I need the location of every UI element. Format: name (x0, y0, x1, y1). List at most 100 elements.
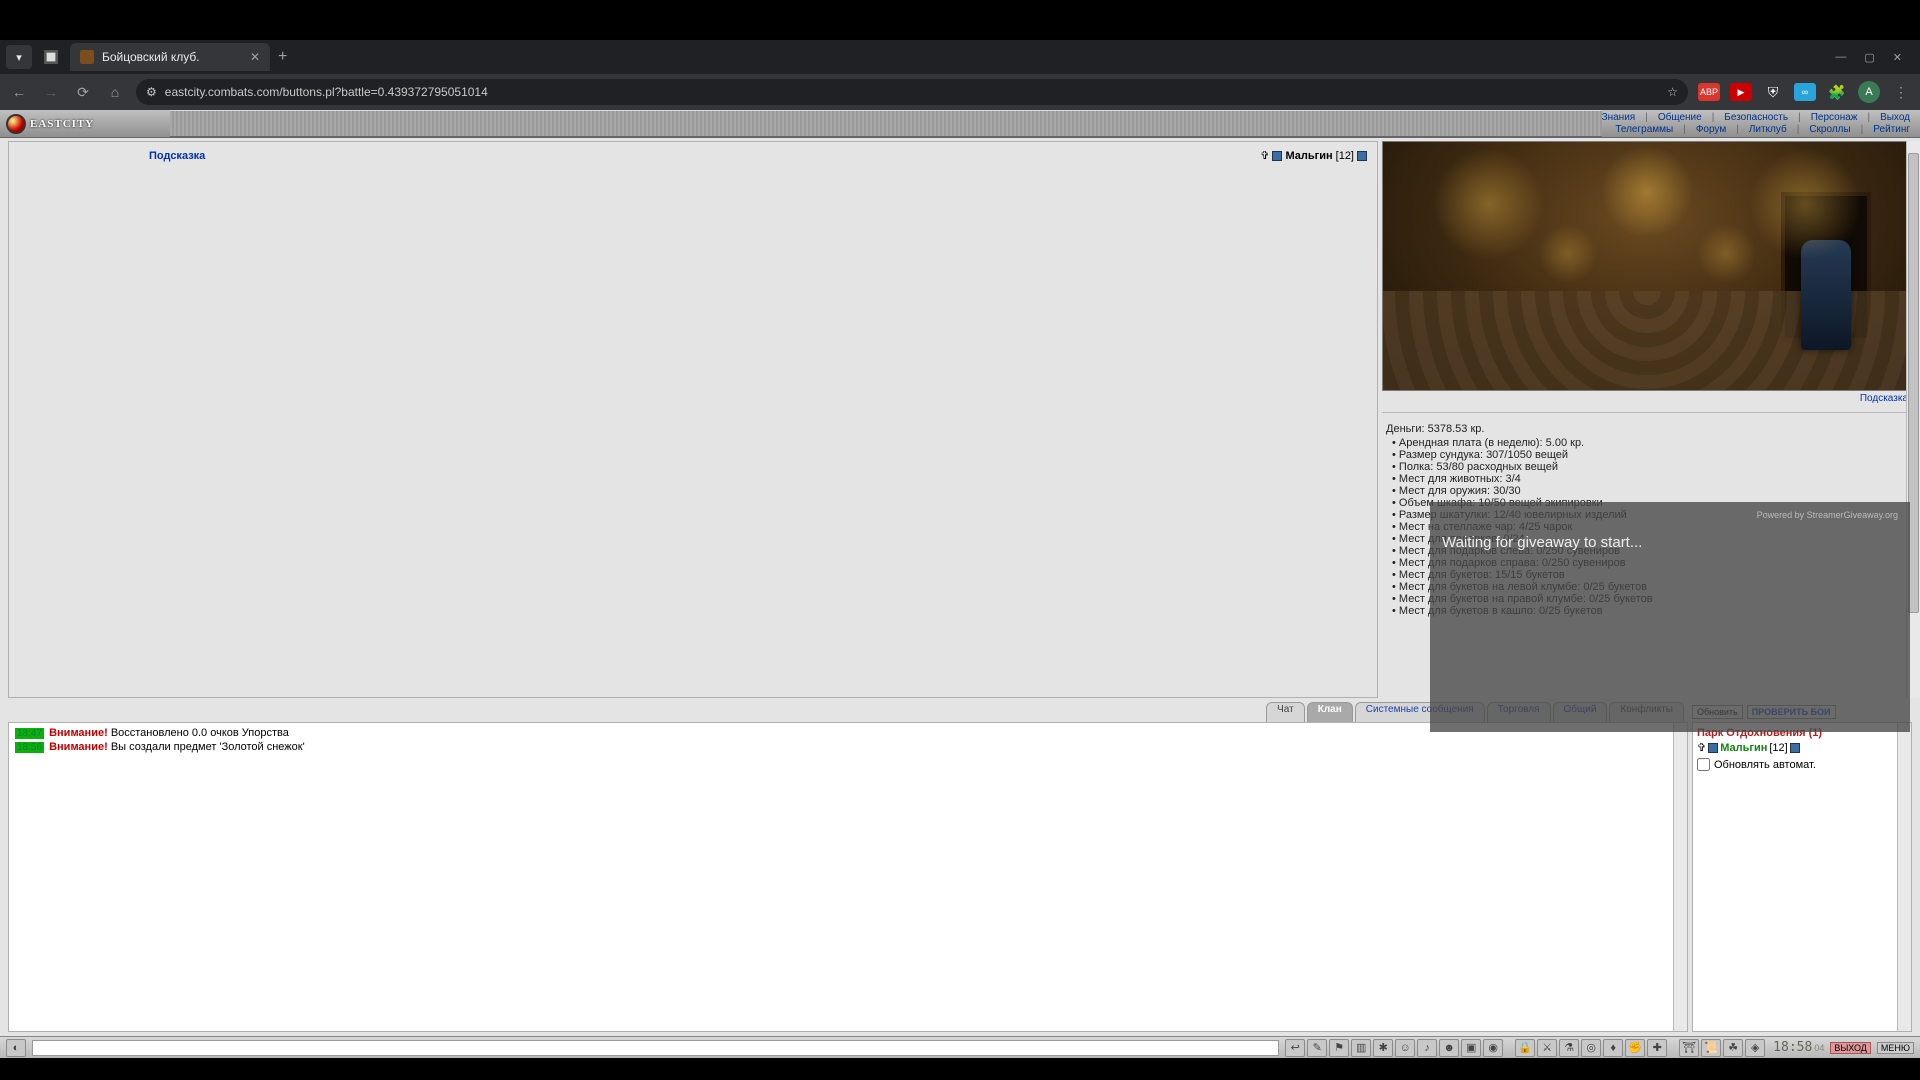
exit-chip[interactable]: ВЫХОД (1830, 1042, 1871, 1054)
location-panel: Парк Отдохновения (1) ✞ Мальгин [12] Обн… (1692, 722, 1912, 1032)
ext-abp-icon[interactable]: ABP (1698, 83, 1720, 101)
chat-area: Чат Клан Системные сообщения Торговля Об… (8, 702, 1912, 1032)
main-scrollbar[interactable] (1906, 141, 1920, 698)
chat-tab-common[interactable]: Общий (1553, 702, 1608, 722)
window-controls: — ▢ ✕ (1835, 51, 1914, 64)
info-badge-icon[interactable] (1357, 151, 1367, 161)
url-text: eastcity.combats.com/buttons.pl?battle=0… (165, 85, 488, 99)
extensions-icon[interactable]: 🧩 (1826, 84, 1848, 101)
menu-knowledge[interactable]: Знания (1602, 112, 1636, 123)
auto-refresh-row: Обновлять автомат. (1697, 758, 1907, 771)
location-player[interactable]: ✞ Мальгин [12] (1697, 741, 1907, 754)
scene-image[interactable] (1382, 141, 1912, 391)
stat-item: Мест на стеллаже чар: 4/25 чарок (1392, 521, 1908, 533)
home-button[interactable]: ⌂ (104, 84, 126, 100)
menu-forum[interactable]: Форум (1696, 124, 1726, 135)
chat-menu-icon[interactable]: ◐ (6, 1039, 26, 1057)
send-icon[interactable]: ↩ (1285, 1039, 1305, 1057)
act-gate-icon[interactable]: ⛩ (1679, 1039, 1699, 1057)
chat-tab-system[interactable]: Системные сообщения (1355, 702, 1485, 722)
act-target-icon[interactable]: ◈ (1745, 1039, 1765, 1057)
tool-brush-icon[interactable]: ✎ (1307, 1039, 1327, 1057)
loc-scrollbar[interactable] (1897, 723, 1911, 1031)
chat-right-top: Обновить ПРОВЕРИТЬ БОИ (1692, 702, 1912, 722)
inv-coin-icon[interactable]: ◎ (1581, 1039, 1601, 1057)
menu-rating[interactable]: Рейтинг (1873, 124, 1910, 135)
align-icon: ✞ (1260, 149, 1269, 162)
act-scroll-icon[interactable]: 📜 (1701, 1039, 1721, 1057)
chat-tab-trade[interactable]: Торговля (1487, 702, 1551, 722)
back-button[interactable]: ← (8, 84, 30, 100)
new-tab-button[interactable]: + (278, 48, 287, 66)
auto-refresh-checkbox[interactable] (1697, 758, 1710, 771)
player-chip[interactable]: ✞ Мальгин [12] (1260, 149, 1367, 162)
check-fights-button[interactable]: ПРОВЕРИТЬ БОИ (1747, 705, 1836, 719)
site-settings-icon[interactable]: ⚙ (146, 85, 157, 99)
menu-telegrams[interactable]: Телеграммы (1615, 124, 1673, 135)
tab-search-dropdown[interactable]: ▾ (6, 45, 32, 69)
right-hint-link[interactable]: Подсказка (1382, 391, 1912, 406)
forward-button[interactable]: → (40, 84, 62, 100)
inv-lock-icon[interactable]: 🔒 (1515, 1039, 1535, 1057)
ext-shield-icon[interactable]: ⛨ (1762, 84, 1784, 101)
menu-litclub[interactable]: Литклуб (1749, 124, 1787, 135)
stat-item: Размер шкатулки: 12/40 ювелирных изделий (1392, 509, 1908, 521)
tool-camera-icon[interactable]: ▣ (1461, 1039, 1481, 1057)
url-box[interactable]: ⚙ eastcity.combats.com/buttons.pl?battle… (136, 79, 1688, 105)
ext-blue-icon[interactable]: ∞ (1794, 83, 1816, 101)
tool-note-icon[interactable]: ♪ (1417, 1039, 1437, 1057)
tool-book-icon[interactable]: ▥ (1351, 1039, 1371, 1057)
chat-text: Вы создали предмет 'Золотой снежок' (111, 741, 305, 753)
menu-chip[interactable]: МЕНЮ (1877, 1042, 1914, 1054)
info-badge-icon[interactable] (1790, 743, 1800, 753)
inv-sword-icon[interactable]: ⚔ (1537, 1039, 1557, 1057)
chat-log[interactable]: 18:47 Внимание! Восстановлено 0.0 очков … (8, 722, 1688, 1032)
stat-item: Мест для подарков справа: 0/250 сувениро… (1392, 557, 1908, 569)
close-window-icon[interactable]: ✕ (1893, 51, 1902, 64)
pinned-tab-icon[interactable] (38, 45, 64, 69)
tab-close-icon[interactable]: ✕ (250, 50, 260, 64)
refresh-button[interactable]: Обновить (1692, 705, 1743, 719)
letterbox-top (0, 0, 1920, 40)
stat-item: Мест для подарков: 0/24 (1392, 533, 1908, 545)
menu-chat[interactable]: Общение (1658, 112, 1702, 123)
tool-flag-icon[interactable]: ⚑ (1329, 1039, 1349, 1057)
clan-badge-icon (1272, 151, 1282, 161)
kebab-menu-icon[interactable]: ⋮ (1890, 84, 1912, 101)
inv-potion-icon[interactable]: ⚗ (1559, 1039, 1579, 1057)
letterbox-bottom (0, 1058, 1920, 1080)
tool-smile-icon[interactable]: ☻ (1439, 1039, 1459, 1057)
stats-panel: Деньги: 5378.53 кр. Арендная плата (в не… (1382, 421, 1912, 681)
tool-eye-icon[interactable]: ◉ (1483, 1039, 1503, 1057)
chat-tab-chat[interactable]: Чат (1266, 702, 1305, 722)
menu-character[interactable]: Персонаж (1811, 112, 1858, 123)
chat-scrollbar[interactable] (1673, 723, 1687, 1031)
inv-gem-icon[interactable]: ♦ (1603, 1039, 1623, 1057)
reload-button[interactable]: ⟳ (72, 84, 94, 101)
chat-tab-clan[interactable]: Клан (1307, 702, 1353, 722)
left-hint-link[interactable]: Подсказка (149, 150, 205, 162)
chat-tab-conflicts[interactable]: Конфликты (1609, 702, 1684, 722)
inv-fist-icon[interactable]: ✊ (1625, 1039, 1645, 1057)
tab-favicon (80, 50, 94, 64)
bookmark-star-icon[interactable]: ☆ (1667, 85, 1678, 99)
profile-avatar[interactable]: A (1858, 81, 1880, 103)
minimize-icon[interactable]: — (1835, 51, 1846, 64)
main-area: Подсказка ✞ Мальгин [12] Подсказка Деньг… (8, 141, 1912, 698)
stat-item: Мест для оружия: 30/30 (1392, 485, 1908, 497)
act-paw-icon[interactable]: ☘ (1723, 1039, 1743, 1057)
maximize-icon[interactable]: ▢ (1864, 51, 1874, 64)
menu-scrolls[interactable]: Скроллы (1809, 124, 1850, 135)
stat-item: Арендная плата (в неделю): 5.00 кр. (1392, 437, 1908, 449)
active-tab[interactable]: Бойцовский клуб. ✕ (70, 43, 270, 71)
game-logo[interactable]: EASTCITY (0, 110, 170, 138)
loc-player-name: Мальгин (1720, 742, 1767, 754)
ext-youtube-icon[interactable]: ▶ (1730, 83, 1752, 101)
tool-wrench-icon[interactable]: ✱ (1373, 1039, 1393, 1057)
inv-cross-icon[interactable]: ✚ (1647, 1039, 1667, 1057)
tool-person-icon[interactable]: ☺ (1395, 1039, 1415, 1057)
menu-exit[interactable]: Выход (1880, 112, 1910, 123)
chat-input[interactable] (32, 1040, 1279, 1056)
menu-security[interactable]: Безопасность (1724, 112, 1788, 123)
chat-tabs: Чат Клан Системные сообщения Торговля Об… (8, 702, 1688, 722)
